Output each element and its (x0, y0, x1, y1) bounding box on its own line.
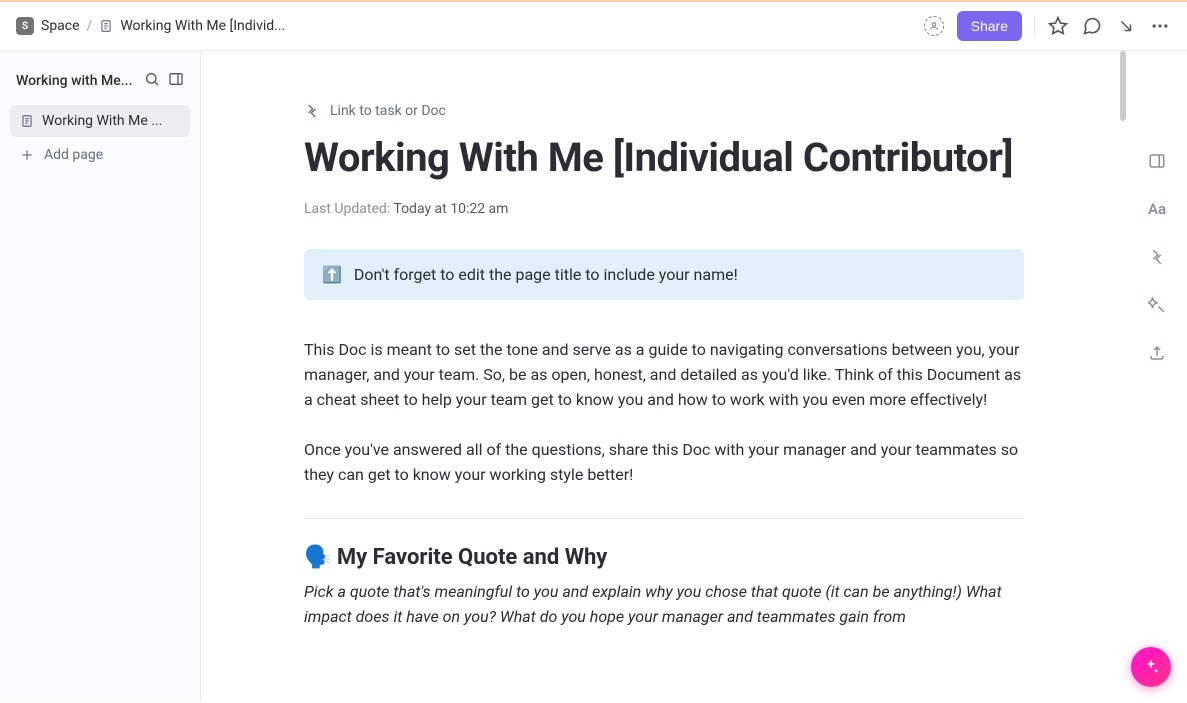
callout-text: Don't forget to edit the page title to i… (354, 265, 738, 284)
download-icon[interactable] (1115, 15, 1137, 37)
section-subtext[interactable]: Pick a quote that's meaningful to you an… (304, 580, 1024, 630)
doc-icon (99, 19, 113, 33)
intro-paragraph-2[interactable]: Once you've answered all of the question… (304, 438, 1024, 488)
sidebar-title[interactable]: Working with Me... (16, 73, 132, 89)
link-to-task-button[interactable]: Link to task or Doc (304, 103, 1024, 119)
add-page-label: Add page (44, 147, 103, 163)
breadcrumb: S Space / Working With Me [Individ... (16, 17, 285, 35)
layout-icon[interactable] (1147, 151, 1167, 171)
scrollbar-track[interactable] (1119, 51, 1127, 701)
more-icon[interactable] (1149, 15, 1171, 37)
sidebar-item-label: Working With Me ... (42, 113, 162, 129)
star-icon[interactable] (1047, 15, 1069, 37)
last-updated: Last Updated: Today at 10:22 am (304, 201, 1024, 217)
link-to-task-label: Link to task or Doc (330, 103, 446, 119)
breadcrumb-separator: / (87, 18, 93, 34)
main-content: Link to task or Doc Working With Me [Ind… (201, 51, 1127, 701)
last-updated-label: Last Updated: (304, 201, 390, 217)
link-icon (304, 103, 320, 119)
right-rail: Aa (1127, 51, 1187, 701)
breadcrumb-space[interactable]: Space (41, 18, 80, 34)
add-page-button[interactable]: Add page (10, 137, 190, 173)
sidebar: Working with Me... Working With Me ... A… (0, 51, 201, 701)
export-icon[interactable] (1147, 343, 1167, 363)
topbar-actions: Share (923, 11, 1171, 41)
space-avatar-icon[interactable]: S (16, 17, 34, 35)
assignee-icon[interactable] (923, 15, 945, 37)
doc-title[interactable]: Working With Me [Individual Contributor] (304, 133, 1024, 183)
callout-box[interactable]: ⬆️ Don't forget to edit the page title t… (304, 249, 1024, 300)
breadcrumb-doc[interactable]: Working With Me [Individ... (120, 18, 285, 34)
comment-icon[interactable] (1081, 15, 1103, 37)
sidebar-page-item[interactable]: Working With Me ... (10, 105, 190, 137)
section-heading[interactable]: 🗣️ My Favorite Quote and Why (304, 545, 1024, 570)
topbar: S Space / Working With Me [Individ... Sh… (0, 2, 1187, 51)
panel-icon[interactable] (168, 71, 184, 91)
callout-emoji-icon: ⬆️ (322, 265, 342, 284)
plus-icon (20, 148, 34, 162)
last-updated-time: Today at 10:22 am (393, 201, 508, 217)
doc-icon (20, 114, 34, 128)
share-button[interactable]: Share (957, 11, 1022, 41)
ai-fab-button[interactable] (1131, 647, 1171, 687)
intro-paragraph-1[interactable]: This Doc is meant to set the tone and se… (304, 338, 1024, 412)
divider (1034, 15, 1035, 37)
connections-icon[interactable] (1147, 247, 1167, 267)
magic-icon[interactable] (1147, 295, 1167, 315)
search-icon[interactable] (144, 71, 160, 91)
sidebar-header: Working with Me... (10, 63, 190, 105)
scrollbar-thumb[interactable] (1120, 51, 1126, 121)
sparkle-icon (1142, 658, 1160, 676)
divider (304, 518, 1024, 519)
typography-icon[interactable]: Aa (1147, 199, 1167, 219)
